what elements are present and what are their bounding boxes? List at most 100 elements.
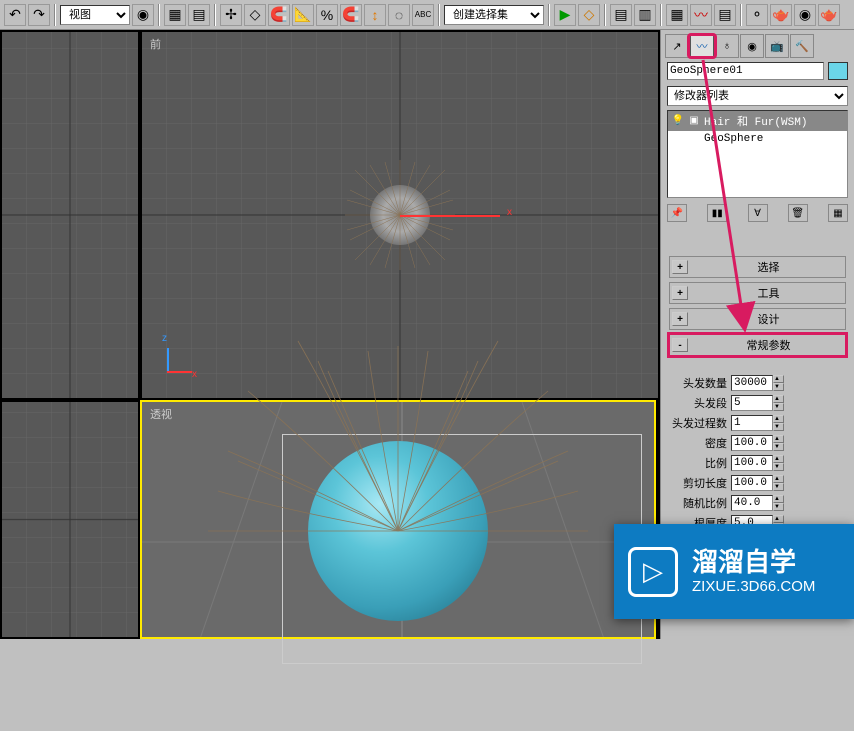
spin-down-icon[interactable]: ▼ bbox=[773, 463, 784, 471]
spinner-snap-button[interactable]: 🧲 bbox=[340, 4, 362, 26]
cut-len-input[interactable] bbox=[731, 475, 773, 491]
watermark-url: ZIXUE.3D66.COM bbox=[692, 578, 815, 596]
watermark-title: 溜溜自学 bbox=[692, 547, 815, 578]
redo-button[interactable]: ↷ bbox=[28, 4, 50, 26]
sel-set-dropdown[interactable]: 创建选择集 bbox=[444, 5, 544, 25]
spin-up-icon[interactable]: ▲ bbox=[773, 495, 784, 503]
snap-3d-button[interactable]: 🧲 bbox=[268, 4, 290, 26]
hierarchy-tab[interactable]: ♁ bbox=[715, 34, 739, 58]
expand-icon[interactable]: ▣ bbox=[688, 115, 700, 127]
rollout-selection-header[interactable]: + 选择 bbox=[669, 256, 846, 278]
modify-tab[interactable]: 〰 bbox=[690, 34, 714, 58]
rollout-tools: + 工具 bbox=[669, 282, 846, 304]
spin-down-icon[interactable]: ▼ bbox=[773, 483, 784, 491]
select-button[interactable]: ▦ bbox=[164, 4, 186, 26]
undo-button[interactable]: ↶ bbox=[4, 4, 26, 26]
viewport-bottom-left[interactable] bbox=[0, 400, 140, 639]
hair-count-input[interactable] bbox=[731, 375, 773, 391]
ref-coord-select[interactable]: 视图 bbox=[60, 5, 130, 25]
spin-up-icon[interactable]: ▲ bbox=[773, 475, 784, 483]
angle-snap-button[interactable]: 📐 bbox=[292, 4, 314, 26]
spin-up-icon[interactable]: ▲ bbox=[773, 375, 784, 383]
spin-up-icon[interactable]: ▲ bbox=[773, 415, 784, 423]
rollout-design: + 设计 bbox=[669, 308, 846, 330]
watermark: ▷ 溜溜自学 ZIXUE.3D66.COM bbox=[614, 524, 854, 619]
stack-item-hair-fur[interactable]: 💡 ▣ Hair 和 Fur(WSM) bbox=[668, 111, 847, 131]
density-label: 密度 bbox=[667, 435, 727, 451]
rollout-expand-icon: + bbox=[672, 286, 688, 300]
object-color-swatch[interactable] bbox=[828, 62, 848, 80]
rand-scale-input[interactable] bbox=[731, 495, 773, 511]
show-result-button[interactable]: ▮▮ bbox=[707, 204, 727, 222]
motion-tab[interactable]: ◉ bbox=[740, 34, 764, 58]
timeconfig-button[interactable]: ◇ bbox=[578, 4, 600, 26]
visibility-icon[interactable]: 💡 bbox=[672, 115, 684, 127]
spin-up-icon[interactable]: ▲ bbox=[773, 515, 784, 523]
spin-up-icon[interactable]: ▲ bbox=[773, 435, 784, 443]
configure-sets-button[interactable]: ▦ bbox=[828, 204, 848, 222]
mirror-button[interactable]: ◇ bbox=[244, 4, 266, 26]
play-icon: ▷ bbox=[628, 547, 678, 597]
rand-scale-label: 随机比例 bbox=[667, 495, 727, 511]
stack-item-geosphere[interactable]: GeoSphere bbox=[668, 131, 847, 147]
hair-pass-input[interactable] bbox=[731, 415, 773, 431]
viewport-persp-label: 透视 bbox=[150, 406, 172, 422]
create-tab[interactable]: ↗ bbox=[665, 34, 689, 58]
render-quick-button[interactable]: 🫖 bbox=[818, 4, 840, 26]
spin-up-icon[interactable]: ▲ bbox=[773, 455, 784, 463]
render-setup-button[interactable]: ◉ bbox=[794, 4, 816, 26]
rollout-design-header[interactable]: + 设计 bbox=[669, 308, 846, 330]
spin-down-icon[interactable]: ▼ bbox=[773, 403, 784, 411]
hair-pass-label: 头发过程数 bbox=[667, 415, 727, 431]
hair-seg-input[interactable] bbox=[731, 395, 773, 411]
curves-button[interactable]: 〰 bbox=[690, 4, 712, 26]
rollout-collapse-icon: - bbox=[672, 338, 688, 352]
layers-btn-2[interactable]: ▤ bbox=[610, 4, 632, 26]
tracks-button[interactable]: ▤ bbox=[714, 4, 736, 26]
rollout-tools-header[interactable]: + 工具 bbox=[669, 282, 846, 304]
tool-a-button[interactable]: ✢ bbox=[220, 4, 242, 26]
hair-seg-label: 头发段 bbox=[667, 395, 727, 411]
viewport-top-left[interactable] bbox=[0, 30, 140, 400]
rollout-expand-icon: + bbox=[672, 312, 688, 326]
spin-down-icon[interactable]: ▼ bbox=[773, 423, 784, 431]
spin-down-icon[interactable]: ▼ bbox=[773, 503, 784, 511]
remove-modifier-button[interactable]: 🗑 bbox=[788, 204, 808, 222]
keyframe-button[interactable]: ▶ bbox=[554, 4, 576, 26]
material-button[interactable]: ⚬ bbox=[746, 4, 768, 26]
abc-button[interactable]: ABC bbox=[412, 4, 434, 26]
utilities-tab[interactable]: 🔨 bbox=[790, 34, 814, 58]
pin-stack-button[interactable]: 📌 bbox=[667, 204, 687, 222]
layers-button[interactable]: ▤ bbox=[188, 4, 210, 26]
spin-down-icon[interactable]: ▼ bbox=[773, 443, 784, 451]
scale-input[interactable] bbox=[731, 455, 773, 471]
viewport-perspective[interactable]: 透视 bbox=[140, 400, 656, 639]
modifier-list-dropdown[interactable]: 修改器列表 bbox=[667, 86, 848, 106]
rollout-general-params-header[interactable]: - 常规参数 bbox=[669, 334, 846, 356]
object-name-input[interactable] bbox=[667, 62, 824, 80]
schematic-button[interactable]: ▦ bbox=[666, 4, 688, 26]
x-axis-handle[interactable] bbox=[400, 215, 500, 217]
geosphere-persp-view[interactable] bbox=[308, 441, 488, 621]
spin-up-icon[interactable]: ▲ bbox=[773, 395, 784, 403]
unique-button[interactable]: ∀ bbox=[748, 204, 768, 222]
layers-btn-3[interactable]: ▥ bbox=[634, 4, 656, 26]
rollout-expand-icon: + bbox=[672, 260, 688, 274]
modifier-stack[interactable]: 💡 ▣ Hair 和 Fur(WSM) GeoSphere bbox=[667, 110, 848, 198]
hair-count-label: 头发数量 bbox=[667, 375, 727, 391]
align-button[interactable]: ↕ bbox=[364, 4, 386, 26]
rollout-general-params: - 常规参数 bbox=[669, 334, 846, 356]
display-tab[interactable]: 📺 bbox=[765, 34, 789, 58]
render-teapot-button[interactable]: 🫖 bbox=[770, 4, 792, 26]
center-button[interactable]: ◉ bbox=[132, 4, 154, 26]
viewport-front-label: 前 bbox=[150, 36, 161, 52]
sel-rect-button[interactable]: ◌ bbox=[388, 4, 410, 26]
cut-len-label: 剪切长度 bbox=[667, 475, 727, 491]
density-input[interactable] bbox=[731, 435, 773, 451]
spin-down-icon[interactable]: ▼ bbox=[773, 383, 784, 391]
rollout-selection: + 选择 bbox=[669, 256, 846, 278]
scale-label: 比例 bbox=[667, 455, 727, 471]
percent-snap-button[interactable]: % bbox=[316, 4, 338, 26]
viewport-front[interactable]: 前 bbox=[140, 30, 660, 400]
axis-gizmo-front: zx bbox=[162, 338, 202, 378]
